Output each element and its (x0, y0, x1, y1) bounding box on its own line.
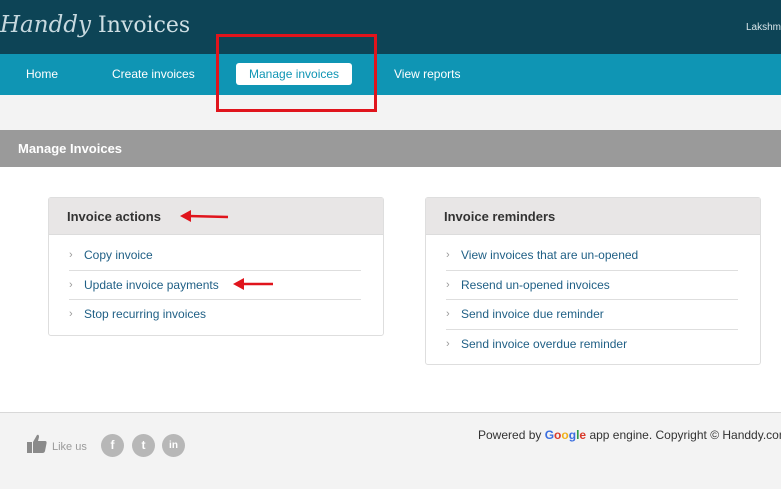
logo-script-text: Handdy (0, 12, 92, 38)
send-overdue-reminder-link[interactable]: › Send invoice overdue reminder (446, 330, 738, 360)
chevron-right-icon: › (446, 308, 450, 320)
logo-text: Invoices (91, 13, 191, 38)
page-header: Manage Invoices (0, 130, 781, 167)
chevron-right-icon: › (69, 249, 73, 261)
main-content: Manage Invoices Invoice actions › Copy in… (0, 130, 781, 412)
list-item-label: Send invoice due reminder (461, 307, 604, 321)
list-item-label: Resend un-opened invoices (461, 277, 610, 292)
invoice-actions-title: Invoice actions (67, 209, 161, 224)
send-due-reminder-link[interactable]: › Send invoice due reminder (446, 300, 738, 330)
highlight-annotation-box (216, 34, 377, 112)
list-item-label: View invoices that are un-opened (461, 248, 639, 262)
view-unopened-invoices-link[interactable]: › View invoices that are un-opened (446, 241, 738, 271)
list-item-label: Update invoice payments (84, 277, 219, 292)
chevron-right-icon: › (69, 278, 73, 291)
invoice-actions-list: › Copy invoice › Update invoice payments ›… (49, 235, 383, 330)
like-us[interactable]: Like us (26, 433, 87, 457)
top-header: Handdy Invoices Lakshm (0, 0, 781, 54)
chevron-right-icon: › (446, 337, 450, 350)
user-name[interactable]: Lakshm (746, 22, 781, 33)
list-item-label: Send invoice overdue reminder (461, 336, 628, 351)
page-title: Manage Invoices (18, 141, 123, 156)
invoice-reminders-list: › View invoices that are un-opened › Resen… (426, 235, 760, 359)
linkedin-icon[interactable]: in (162, 434, 185, 457)
resend-unopened-invoices-link[interactable]: › Resend un-opened invoices (446, 271, 738, 300)
list-item-label: Copy invoice (84, 248, 153, 262)
footer: Like us f t in Powered by Google app eng… (0, 412, 781, 489)
facebook-icon[interactable]: f (101, 434, 124, 457)
chevron-right-icon: › (446, 278, 450, 291)
main-nav: Home Create invoices Manage invoices Vie… (0, 54, 781, 95)
chevron-right-icon: › (446, 249, 450, 261)
twitter-icon[interactable]: t (132, 434, 155, 457)
invoice-reminders-panel: Invoice reminders › View invoices that ar… (425, 197, 761, 365)
like-us-label: Like us (52, 441, 87, 453)
powered-prefix: Powered by (478, 428, 545, 442)
thumbs-up-icon (27, 434, 47, 453)
update-invoice-payments-link[interactable]: › Update invoice payments (69, 271, 361, 300)
invoice-reminders-title: Invoice reminders (444, 209, 556, 224)
invoice-reminders-header: Invoice reminders (426, 198, 760, 235)
nav-view-reports[interactable]: View reports (394, 54, 460, 95)
stop-recurring-invoices-link[interactable]: › Stop recurring invoices (69, 300, 361, 330)
copy-invoice-link[interactable]: › Copy invoice (69, 241, 361, 271)
app-logo[interactable]: Handdy Invoices (0, 12, 190, 38)
arrow-left-icon (180, 210, 229, 222)
nav-home[interactable]: Home (26, 54, 58, 95)
chevron-right-icon: › (69, 308, 73, 320)
powered-by-text: Powered by Google app engine. Copyright … (478, 428, 781, 442)
list-item-label: Stop recurring invoices (84, 307, 207, 321)
powered-suffix: app engine. Copyright © Handdy.com (586, 428, 781, 442)
google-logo: Google (544, 428, 587, 442)
nav-create-invoices[interactable]: Create invoices (112, 54, 195, 95)
arrow-left-icon (233, 278, 273, 290)
